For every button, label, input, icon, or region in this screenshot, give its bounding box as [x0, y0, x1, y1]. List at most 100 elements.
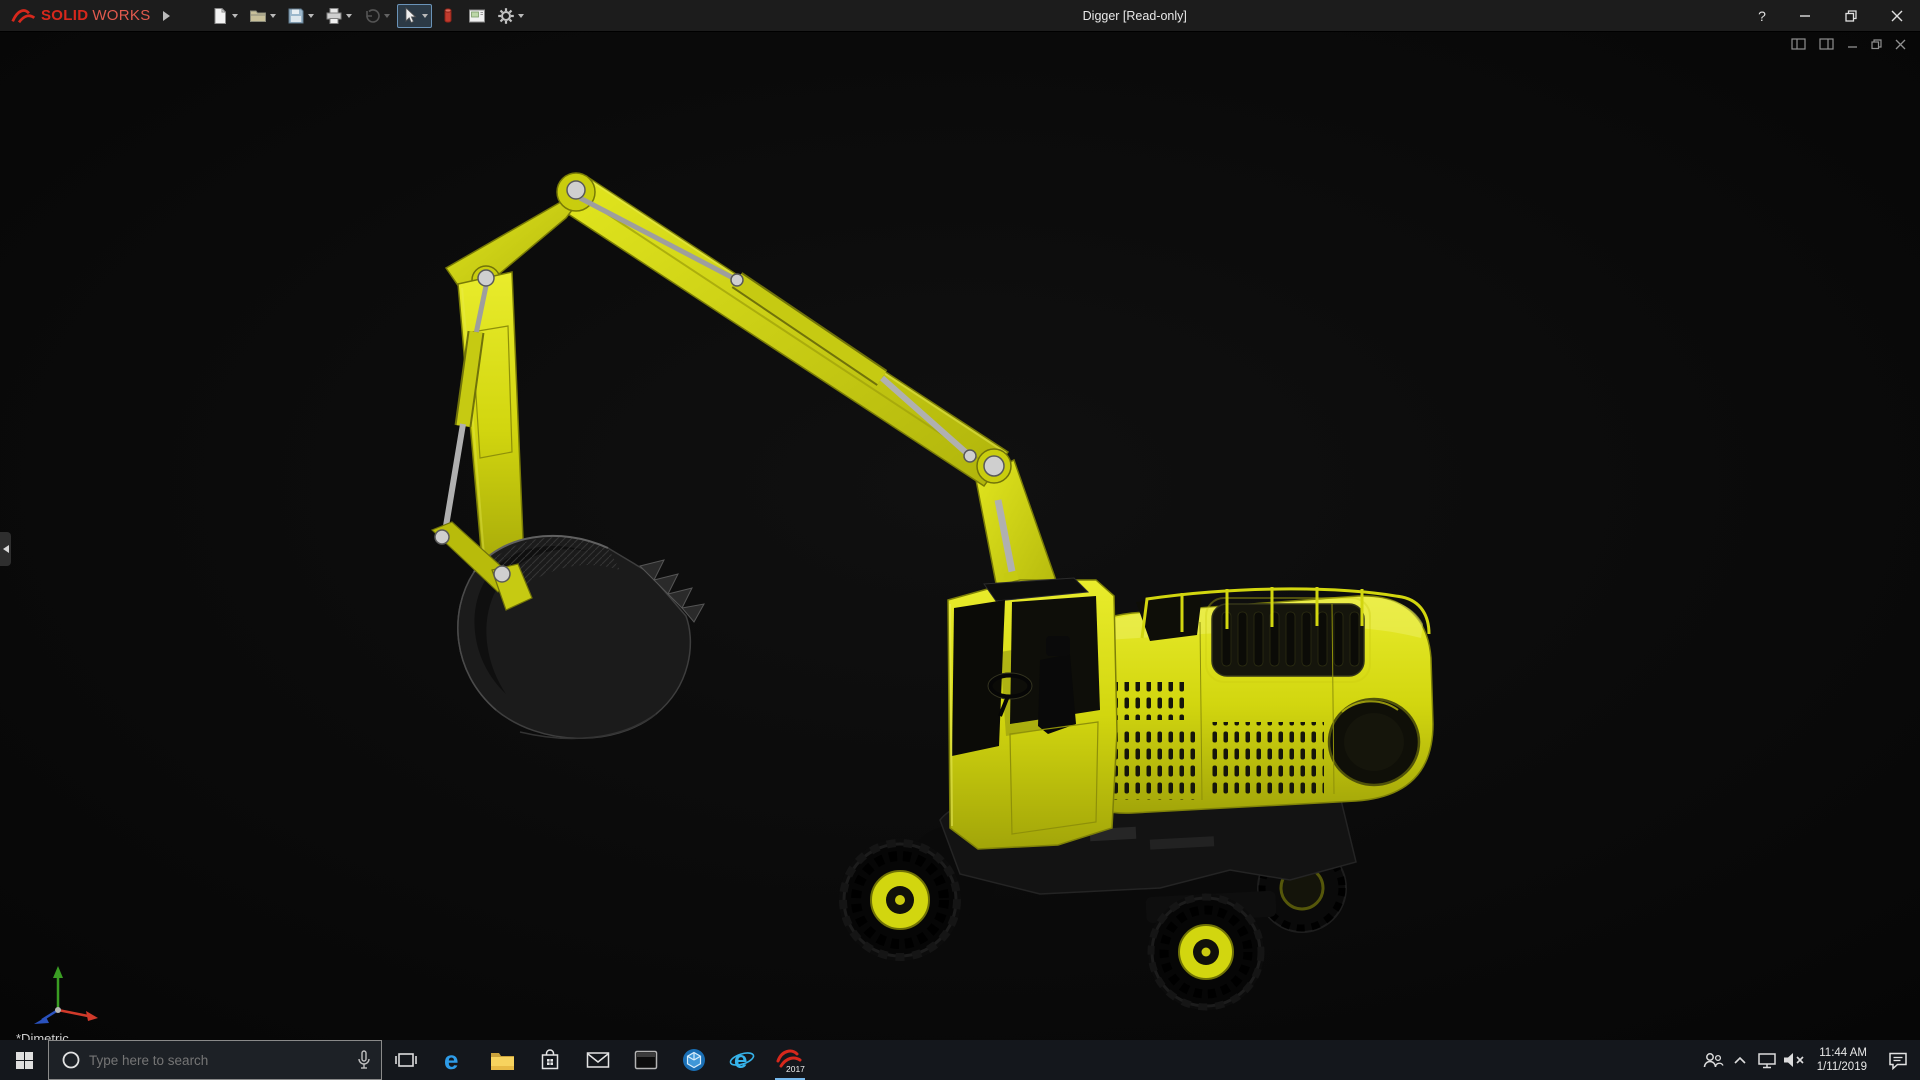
open-folder-icon [249, 7, 267, 25]
printer-icon [325, 7, 343, 25]
select-tool-button[interactable] [397, 4, 432, 28]
task-view-icon [395, 1051, 417, 1069]
graphics-area[interactable]: *Dimetric [0, 32, 1920, 1040]
system-tray: 11:44 AM 1/11/2019 [1700, 1040, 1920, 1080]
chevron-up-icon [1733, 1055, 1747, 1065]
dropdown-caret-icon[interactable] [422, 14, 428, 18]
clock-time: 11:44 AM [1819, 1046, 1867, 1060]
close-icon [1895, 39, 1906, 50]
options-button[interactable] [493, 4, 528, 28]
save-floppy-icon [287, 7, 305, 25]
taskbar-clock[interactable]: 11:44 AM 1/11/2019 [1808, 1046, 1876, 1074]
dropdown-caret-icon[interactable] [346, 14, 352, 18]
mail-icon [586, 1051, 610, 1069]
svg-text:e: e [444, 1046, 458, 1074]
cortana-circle-icon [61, 1050, 81, 1070]
dropdown-caret-icon[interactable] [518, 14, 524, 18]
taskbar-app-window[interactable] [622, 1040, 670, 1080]
dropdown-caret-icon[interactable] [384, 14, 390, 18]
network-button[interactable] [1754, 1040, 1781, 1080]
drawing-sheet-icon [468, 7, 486, 25]
new-document-icon [211, 7, 229, 25]
minimize-button[interactable] [1782, 0, 1828, 32]
clock-date: 1/11/2019 [1817, 1060, 1867, 1074]
doc-close-button[interactable] [1895, 39, 1906, 50]
store-icon [540, 1049, 560, 1071]
taskbar-app-file-explorer[interactable] [478, 1040, 526, 1080]
svg-text:e: e [734, 1047, 747, 1074]
app-window-icon [634, 1050, 658, 1070]
taskbar-app-edge[interactable]: e [430, 1040, 478, 1080]
volume-button[interactable] [1781, 1040, 1808, 1080]
select-cursor-icon [401, 7, 419, 25]
orientation-triad [22, 960, 106, 1026]
solidworks-logo: SOLIDWORKS [0, 7, 157, 25]
close-icon [1891, 10, 1903, 22]
viewport-flyout-tab[interactable] [0, 532, 11, 566]
start-button[interactable] [0, 1040, 48, 1080]
document-window-controls [1791, 38, 1906, 50]
file-explorer-icon [490, 1050, 515, 1071]
task-view-button[interactable] [382, 1040, 430, 1080]
taskbar-app-3d-viewer[interactable] [670, 1040, 718, 1080]
volume-muted-icon [1782, 1051, 1806, 1069]
gear-icon [497, 7, 515, 25]
split-pane-left-icon [1791, 38, 1806, 50]
document-title: Digger [Read-only] [1083, 9, 1187, 23]
internet-explorer-icon: e [728, 1046, 756, 1074]
save-button[interactable] [283, 4, 318, 28]
drawing-sheet-button[interactable] [464, 4, 490, 28]
close-button[interactable] [1874, 0, 1920, 32]
3d-model-canvas[interactable] [0, 32, 1920, 1040]
taskbar-app-solidworks-2017[interactable]: 2017 [766, 1040, 814, 1080]
new-document-button[interactable] [207, 4, 242, 28]
doc-restore-button[interactable] [1871, 39, 1882, 50]
minimize-icon [1847, 39, 1858, 50]
dropdown-caret-icon[interactable] [232, 14, 238, 18]
action-center-button[interactable] [1876, 1040, 1920, 1080]
minimize-icon [1799, 10, 1811, 22]
taskbar-search[interactable] [48, 1040, 382, 1080]
restore-icon [1871, 39, 1882, 50]
taskbar-app-mail[interactable] [574, 1040, 622, 1080]
taskbar-app-internet-explorer[interactable]: e [718, 1040, 766, 1080]
upper-body[interactable] [1062, 587, 1433, 813]
edge-icon: e [440, 1046, 468, 1074]
windows-logo-icon [16, 1052, 33, 1069]
brand-text-works: WORKS [92, 7, 150, 24]
dropdown-caret-icon[interactable] [270, 14, 276, 18]
search-input[interactable] [89, 1053, 347, 1068]
restore-icon [1845, 10, 1857, 22]
taskbar-app-store[interactable] [526, 1040, 574, 1080]
restore-button[interactable] [1828, 0, 1874, 32]
undo-arrow-icon [363, 7, 381, 25]
app-titlebar: SOLIDWORKS [0, 0, 1920, 32]
print-button[interactable] [321, 4, 356, 28]
dropdown-caret-icon[interactable] [308, 14, 314, 18]
rear-wheel[interactable] [1148, 894, 1264, 1010]
engine-hood-ribs [1222, 612, 1359, 666]
ds-logo-icon [10, 7, 37, 25]
brand-text-solid: SOLID [41, 7, 88, 24]
menu-expand-arrow-icon[interactable] [157, 10, 181, 22]
front-wheel[interactable] [839, 839, 961, 961]
windows-taskbar: e e [0, 1040, 1920, 1080]
3d-viewer-icon [682, 1048, 706, 1072]
ethernet-icon [1757, 1052, 1777, 1069]
split-pane-left-button[interactable] [1791, 38, 1806, 50]
action-center-icon [1888, 1051, 1908, 1070]
split-pane-right-icon [1819, 38, 1834, 50]
svg-text:2017: 2017 [786, 1064, 805, 1074]
red-cylinder-icon [439, 7, 457, 25]
undo-button[interactable] [359, 4, 394, 28]
cab[interactable] [948, 578, 1117, 849]
open-document-button[interactable] [245, 4, 280, 28]
tray-overflow-button[interactable] [1727, 1040, 1754, 1080]
doc-minimize-button[interactable] [1847, 39, 1858, 50]
microphone-icon[interactable] [357, 1050, 371, 1070]
help-button[interactable]: ? [1742, 0, 1782, 32]
people-button[interactable] [1700, 1040, 1727, 1080]
split-pane-right-button[interactable] [1819, 38, 1834, 50]
chevron-left-icon [2, 544, 10, 554]
appearance-button[interactable] [435, 4, 461, 28]
